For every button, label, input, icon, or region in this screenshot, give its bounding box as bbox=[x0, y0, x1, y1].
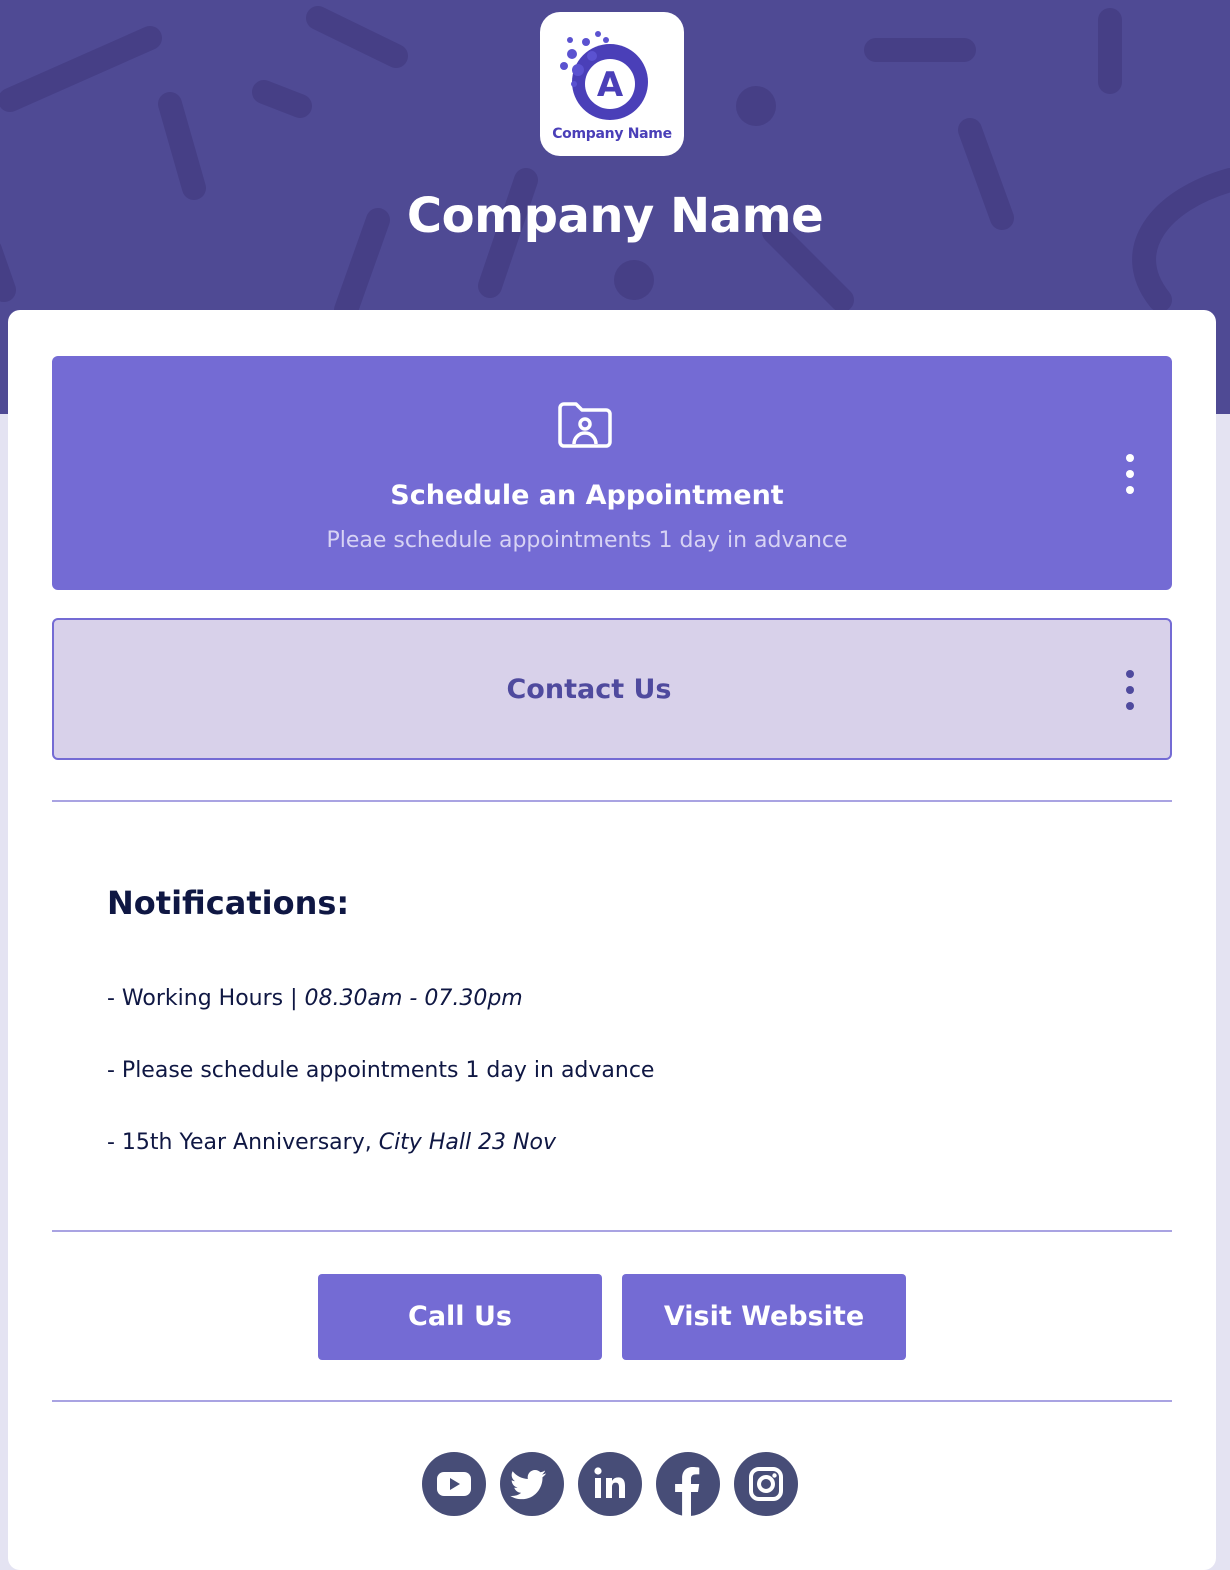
divider bbox=[52, 1230, 1172, 1232]
schedule-appointment-tile[interactable]: Schedule an Appointment Pleae schedule a… bbox=[52, 356, 1172, 590]
linkedin-icon[interactable] bbox=[578, 1452, 642, 1516]
notification-item: - 15th Year Anniversary, City Hall 23 No… bbox=[107, 1130, 556, 1155]
tile-title: Contact Us bbox=[506, 674, 672, 705]
notification-item: - Working Hours | 08.30am - 07.30pm bbox=[107, 986, 523, 1011]
notification-item: - Please schedule appointments 1 day in … bbox=[107, 1058, 655, 1083]
more-options-icon[interactable] bbox=[1118, 450, 1142, 498]
main-card: Schedule an Appointment Pleae schedule a… bbox=[8, 310, 1216, 1570]
tile-title: Schedule an Appointment bbox=[390, 480, 784, 511]
divider bbox=[52, 1400, 1172, 1402]
call-us-button[interactable]: Call Us bbox=[318, 1274, 602, 1360]
page-title: Company Name bbox=[406, 188, 824, 244]
twitter-icon[interactable] bbox=[500, 1452, 564, 1516]
folder-user-icon bbox=[558, 402, 612, 448]
logo-letter: A bbox=[597, 65, 624, 105]
divider bbox=[52, 800, 1172, 802]
visit-website-button[interactable]: Visit Website bbox=[622, 1274, 906, 1360]
instagram-icon[interactable] bbox=[734, 1452, 798, 1516]
youtube-icon[interactable] bbox=[422, 1452, 486, 1516]
facebook-icon[interactable] bbox=[656, 1452, 720, 1516]
notifications-heading: Notifications: bbox=[107, 884, 350, 922]
logo-caption: Company Name bbox=[552, 126, 672, 142]
tile-subtitle: Pleae schedule appointments 1 day in adv… bbox=[326, 528, 848, 553]
more-options-icon[interactable] bbox=[1118, 666, 1142, 714]
contact-us-tile[interactable]: Contact Us bbox=[52, 618, 1172, 760]
company-logo: A Company Name bbox=[540, 12, 684, 156]
